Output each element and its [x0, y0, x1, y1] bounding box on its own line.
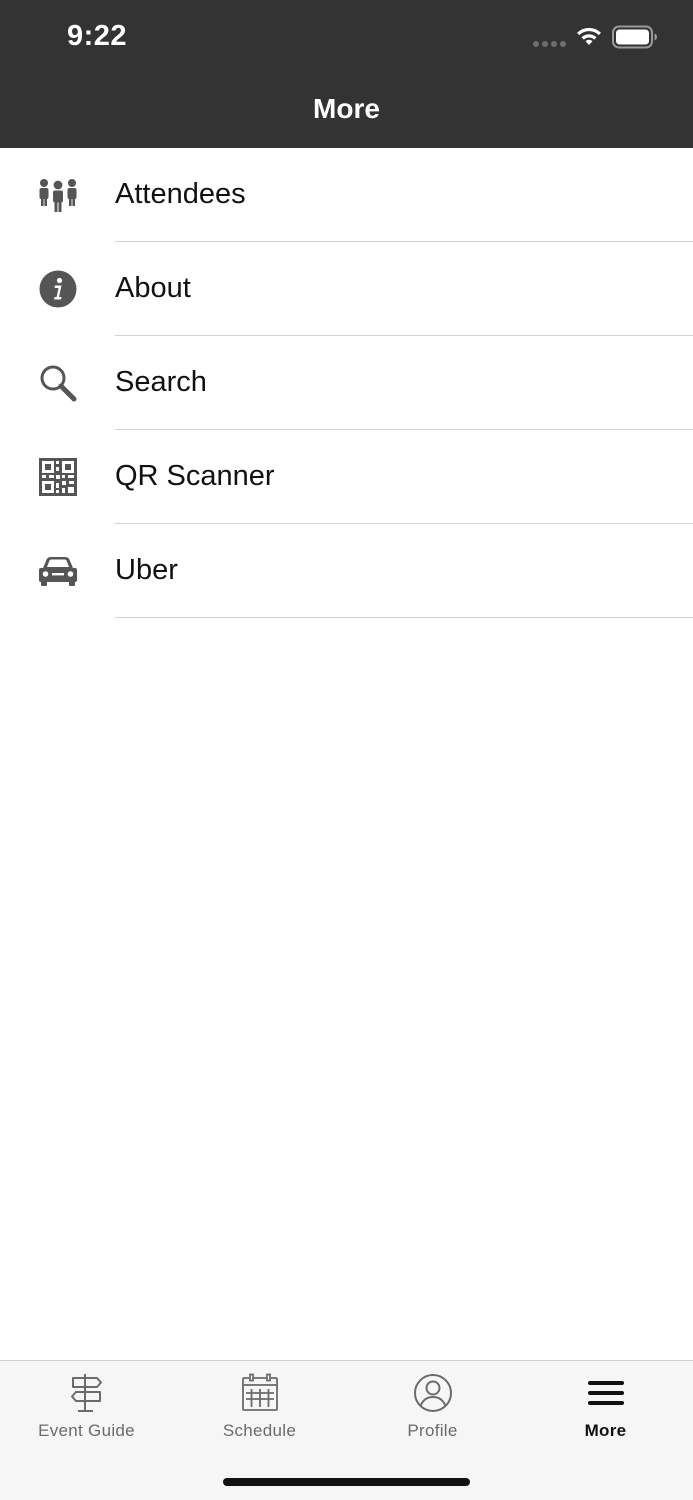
tab-more[interactable]: More [519, 1361, 692, 1451]
car-icon [38, 552, 78, 590]
cellular-signal-icon [533, 41, 567, 47]
search-icon [38, 364, 78, 402]
people-icon [38, 176, 78, 214]
divider [115, 617, 693, 618]
home-indicator [223, 1478, 470, 1486]
menu-item-label: QR Scanner [115, 460, 275, 492]
tab-event-guide[interactable]: Event Guide [0, 1361, 173, 1451]
calendar-icon [241, 1373, 278, 1411]
hamburger-menu-icon [587, 1381, 624, 1405]
menu-item-about[interactable]: About [0, 242, 693, 336]
menu-item-label: Uber [115, 554, 178, 586]
menu-item-qr-scanner[interactable]: QR Scanner [0, 430, 693, 524]
menu-item-uber[interactable]: Uber [0, 524, 693, 618]
tab-label: More [584, 1421, 627, 1440]
battery-icon [612, 25, 657, 49]
menu-item-search[interactable]: Search [0, 336, 693, 430]
menu-item-label: Attendees [115, 178, 246, 210]
tab-label: Event Guide [38, 1421, 135, 1440]
page-title: More [313, 93, 380, 124]
tab-label: Profile [407, 1421, 458, 1440]
more-screen: 9:22 More Attendees About Search QR Scan… [0, 0, 693, 1500]
signpost-icon [70, 1374, 102, 1412]
tab-profile[interactable]: Profile [346, 1361, 519, 1451]
tab-label: Schedule [222, 1421, 297, 1440]
info-icon [38, 270, 78, 308]
more-menu-list: Attendees About Search QR Scanner Uber [0, 148, 693, 618]
menu-item-attendees[interactable]: Attendees [0, 148, 693, 242]
wifi-icon [577, 27, 601, 45]
status-bar: 9:22 [0, 0, 693, 76]
tab-schedule[interactable]: Schedule [173, 1361, 346, 1451]
profile-icon [413, 1374, 452, 1412]
menu-item-label: Search [115, 366, 207, 398]
status-time: 9:22 [67, 20, 128, 52]
qr-code-icon [38, 458, 78, 496]
menu-item-label: About [115, 272, 191, 304]
header: 9:22 More [0, 0, 693, 148]
